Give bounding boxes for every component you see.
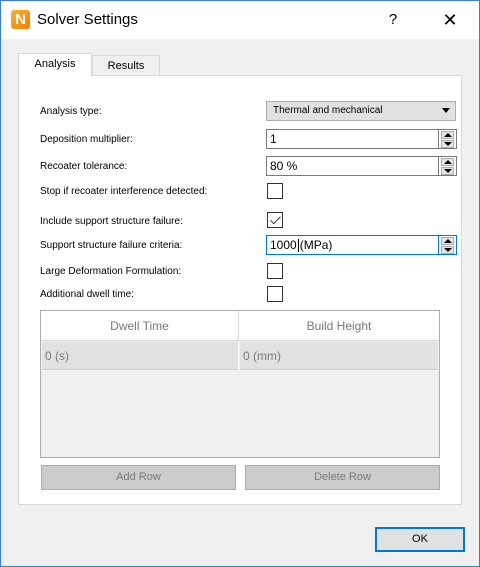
stop-recoater-label: Stop if recoater interference detected: [40, 186, 208, 197]
tab-results[interactable]: Results [92, 55, 160, 76]
analysis-type-value: Thermal and mechanical [273, 105, 383, 116]
spin-down-icon[interactable] [441, 167, 454, 175]
support-failure-criteria-label: Support structure failure criteria: [40, 240, 183, 251]
window-title: Solver Settings [37, 11, 138, 28]
close-icon[interactable]: ✕ [433, 5, 467, 35]
title-bar: N Solver Settings ? ✕ [1, 1, 479, 39]
column-header-dwell-time: Dwell Time [41, 311, 239, 341]
stop-recoater-checkbox[interactable] [267, 183, 283, 199]
recoater-tolerance-label: Recoater tolerance: [40, 161, 128, 172]
support-failure-criteria-input[interactable]: 1000 (MPa) [266, 235, 439, 255]
spin-down-icon[interactable] [441, 140, 454, 148]
spin-up-icon[interactable] [441, 131, 454, 139]
support-failure-criteria-spinner[interactable] [439, 235, 457, 255]
solver-settings-dialog: N Solver Settings ? ✕ Analysis Results A… [0, 0, 480, 567]
spin-up-icon[interactable] [441, 237, 454, 245]
include-support-failure-label: Include support structure failure: [40, 216, 183, 227]
app-logo-icon: N [11, 10, 30, 29]
add-row-button[interactable]: Add Row [41, 465, 236, 490]
column-header-build-height: Build Height [239, 311, 439, 341]
analysis-type-select[interactable]: Thermal and mechanical [266, 101, 456, 121]
deposition-multiplier-input[interactable]: 1 [266, 129, 439, 149]
support-failure-value: 1000 [270, 238, 297, 252]
include-support-failure-checkbox[interactable] [267, 212, 283, 228]
analysis-panel: Analysis type: Thermal and mechanical De… [18, 75, 462, 505]
chevron-down-icon [442, 108, 450, 113]
text-cursor [297, 239, 299, 253]
deposition-multiplier-spinner[interactable] [439, 129, 457, 149]
recoater-tolerance-input[interactable]: 80 % [266, 156, 439, 176]
analysis-type-label: Analysis type: [40, 106, 102, 117]
dwell-table: Dwell Time Build Height 0 (s) 0 (mm) [40, 310, 440, 458]
help-button[interactable]: ? [379, 5, 407, 35]
delete-row-button[interactable]: Delete Row [245, 465, 440, 490]
support-failure-unit: (MPa) [299, 238, 333, 252]
ok-button[interactable]: OK [375, 527, 465, 552]
table-cell-dwell-time: 0 (s) [42, 342, 239, 370]
table-cell-build-height: 0 (mm) [240, 342, 438, 370]
additional-dwell-checkbox[interactable] [267, 286, 283, 302]
additional-dwell-label: Additional dwell time: [40, 289, 134, 300]
deposition-multiplier-label: Deposition multiplier: [40, 134, 133, 145]
large-deformation-label: Large Deformation Formulation: [40, 266, 182, 277]
recoater-tolerance-spinner[interactable] [439, 156, 457, 176]
spin-down-icon[interactable] [441, 246, 454, 254]
spin-up-icon[interactable] [441, 158, 454, 166]
large-deformation-checkbox[interactable] [267, 263, 283, 279]
tab-analysis[interactable]: Analysis [18, 53, 92, 77]
